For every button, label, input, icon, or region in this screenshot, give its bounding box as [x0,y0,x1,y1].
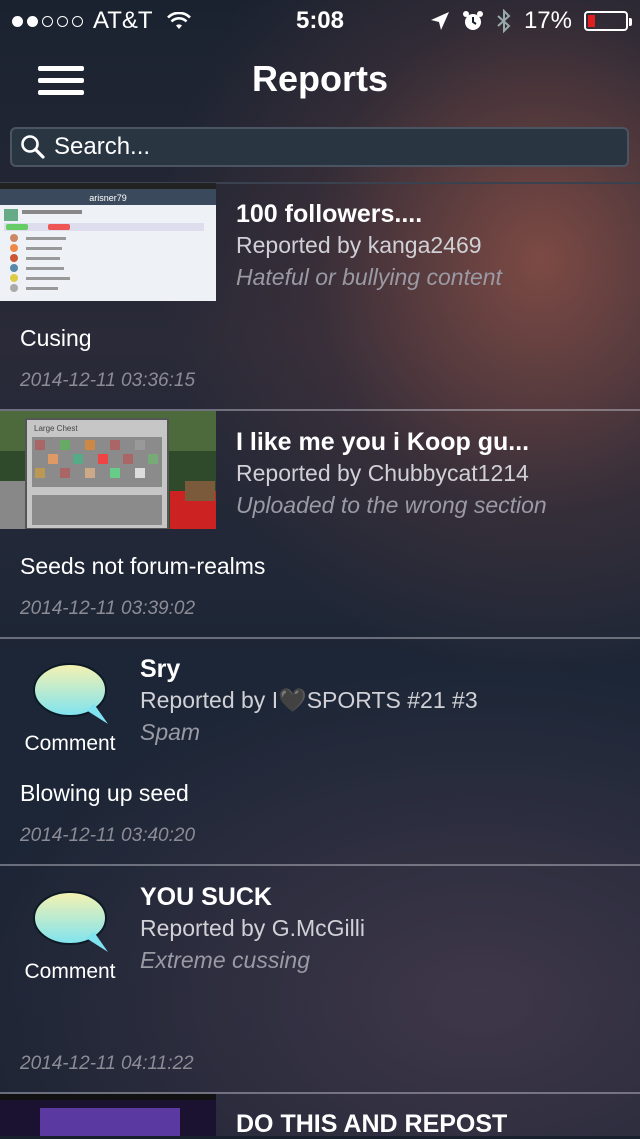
report-title: Sry [140,655,181,683]
svg-text:arisner79: arisner79 [89,193,127,203]
report-title: DO THIS AND REPOST [236,1110,508,1138]
report-thumbnail[interactable]: Large Chest [0,411,216,529]
search-bar[interactable] [10,127,629,167]
report-title: YOU SUCK [140,883,272,911]
report-thumbnail[interactable]: arisner79 [0,183,216,301]
navigation-bar: Reports [0,40,640,124]
speech-bubble-icon [33,891,108,952]
search-icon [21,135,45,159]
report-date: 2014-12-11 04:11:22 [20,1053,194,1074]
report-comment: Cusing [20,325,92,351]
report-comment: Blowing up seed [20,780,189,806]
reported-by: Reported by I🖤SPORTS #21 #3 [140,687,478,713]
svg-text:Large Chest: Large Chest [34,424,78,433]
report-date: 2014-12-11 03:40:20 [20,825,196,846]
alarm-clock-icon [462,11,483,30]
report-item[interactable]: arisner79 100 followers.... Reported by … [0,183,640,411]
report-item[interactable]: Comment YOU SUCK Reported by G.McGilli E… [0,866,640,1094]
report-date: 2014-12-11 03:39:02 [20,598,196,619]
comment-type-badge: Comment [20,658,120,758]
report-comment: Seeds not forum-realms [20,553,266,579]
comment-type-label: Comment [24,960,116,983]
report-reason: Uploaded to the wrong section [236,492,547,518]
battery-icon [584,11,632,31]
report-item[interactable]: Comment Sry Reported by I🖤SPORTS #21 #3 … [0,638,640,866]
comment-type-badge: Comment [20,886,120,986]
report-date: 2014-12-11 03:36:15 [20,370,196,391]
speech-bubble-icon [33,663,108,724]
reported-by: Reported by Chubbycat1214 [236,460,529,486]
reported-by: Reported by G.McGilli [140,915,365,941]
report-thumbnail[interactable] [0,1094,216,1136]
report-item[interactable]: Large Chest I like me you i Koop gu... R… [0,411,640,639]
location-arrow-icon [430,12,449,30]
status-bar: AT&T 5:08 17% [0,0,640,40]
report-reason: Extreme cussing [140,947,311,973]
bluetooth-icon [497,9,511,33]
report-title: I like me you i Koop gu... [236,428,530,456]
report-item[interactable]: DO THIS AND REPOST [0,1094,640,1138]
search-input[interactable] [52,132,616,162]
report-title: 100 followers.... [236,200,423,228]
page-title: Reports [251,58,389,99]
comment-type-label: Comment [24,732,116,755]
report-reason: Spam [140,719,201,745]
report-reason: Hateful or bullying content [236,264,502,290]
reported-by: Reported by kanga2469 [236,232,482,258]
battery-percent: 17% [523,7,572,34]
